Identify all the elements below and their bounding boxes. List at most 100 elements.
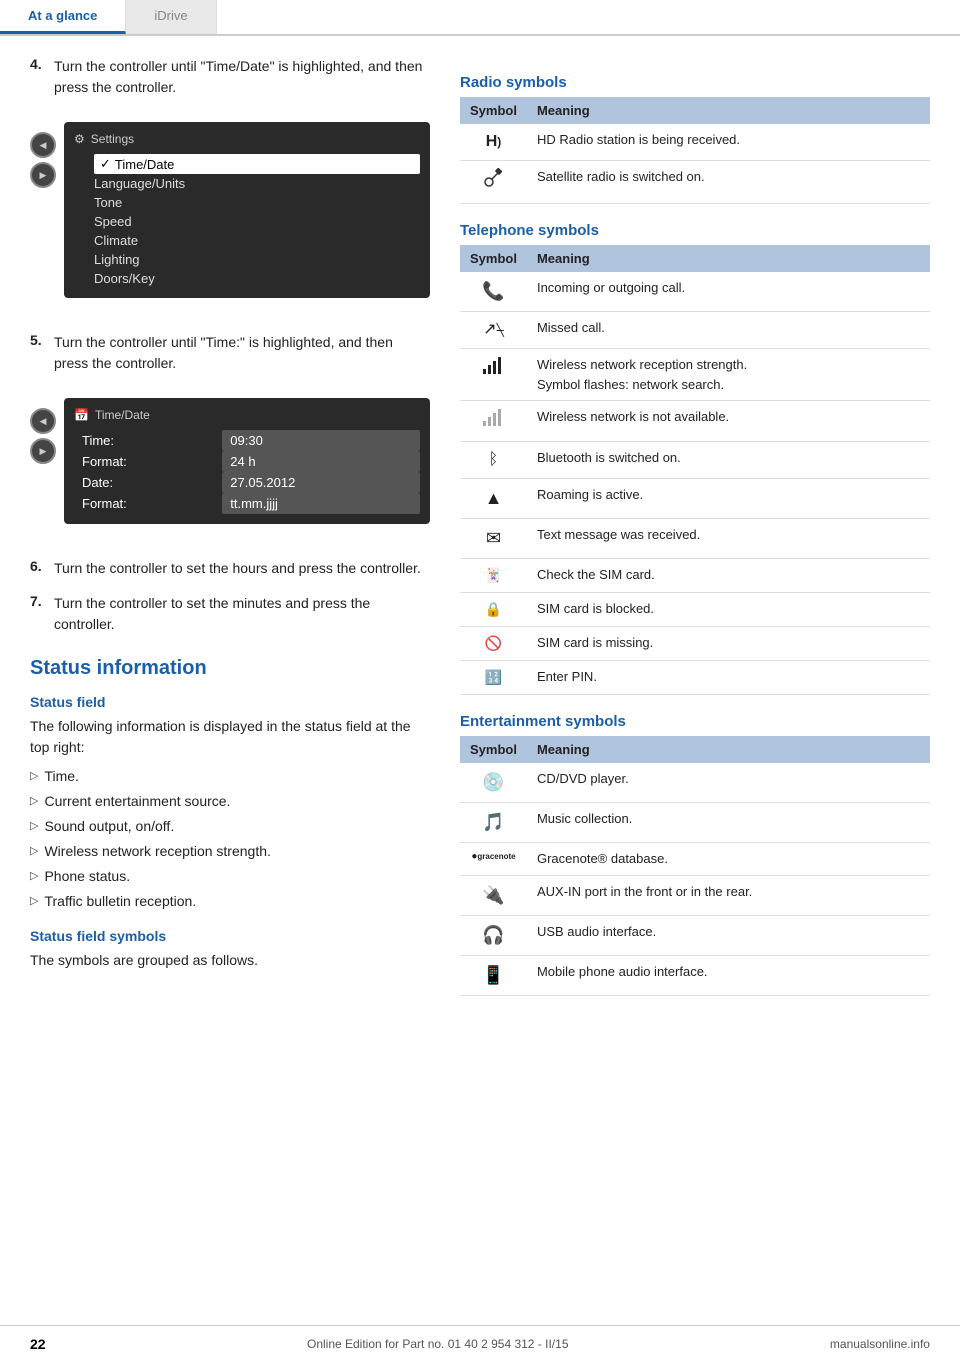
step-5-text: Turn the controller until "Time:" is hig… bbox=[54, 332, 430, 374]
tel-row-check-sim: 🃏 Check the SIM card. bbox=[460, 559, 930, 593]
menu-item-tone: Tone bbox=[94, 193, 420, 212]
calendar-icon: 📅 bbox=[74, 408, 89, 422]
tel-row-no-signal: Wireless network is not available. bbox=[460, 401, 930, 442]
step-5-num: 5. bbox=[30, 332, 46, 374]
timedate-screen: 📅 Time/Date Time: 09:30 Format: 24 h bbox=[64, 398, 430, 524]
tel-symbol-call: 📞 bbox=[460, 272, 527, 312]
tel-symbol-signal bbox=[460, 349, 527, 401]
tel-symbol-bluetooth: ᛒ bbox=[460, 442, 527, 479]
step-6-num: 6. bbox=[30, 558, 46, 579]
timedate-label-format1: Format: bbox=[74, 451, 222, 472]
status-item-traffic: Traffic bulletin reception. bbox=[30, 889, 430, 914]
signal-strength-icon bbox=[482, 355, 504, 375]
ctrl-left-2-icon: ◀ bbox=[30, 408, 56, 434]
timedate-value-date: 27.05.2012 bbox=[222, 472, 420, 493]
timedate-table: Time: 09:30 Format: 24 h Date: 27.05.201… bbox=[74, 430, 420, 514]
controller-left-2: ◀ ▶ bbox=[30, 408, 56, 464]
tel-symbol-roaming: ▲ bbox=[460, 479, 527, 519]
tel-symbol-sms: ✉ bbox=[460, 519, 527, 559]
tel-meaning-sms: Text message was received. bbox=[527, 519, 930, 559]
entertainment-symbols-heading: Entertainment symbols bbox=[460, 713, 930, 730]
status-information-heading: Status information bbox=[30, 657, 430, 680]
tel-meaning-bluetooth: Bluetooth is switched on. bbox=[527, 442, 930, 479]
step-6-text: Turn the controller to set the hours and… bbox=[54, 558, 421, 579]
ent-row-cd: 💿 CD/DVD player. bbox=[460, 763, 930, 803]
radio-row-hd: H) HD Radio station is being received. bbox=[460, 124, 930, 161]
step-6: 6. Turn the controller to set the hours … bbox=[30, 558, 430, 579]
ctrl-left-icon: ◀ bbox=[30, 132, 56, 158]
telephone-symbols-heading: Telephone symbols bbox=[460, 222, 930, 239]
menu-item-climate: Climate bbox=[94, 231, 420, 250]
tab-at-a-glance[interactable]: At a glance bbox=[0, 0, 126, 34]
ent-row-usb: 🎧 USB audio interface. bbox=[460, 915, 930, 955]
tel-row-sim-missing: 🚫 SIM card is missing. bbox=[460, 627, 930, 661]
tel-row-sms: ✉ Text message was received. bbox=[460, 519, 930, 559]
settings-screen: ⚙ Settings ✓ Time/Date Language/Units To… bbox=[64, 122, 430, 298]
ent-symbol-aux: 🔌 bbox=[460, 875, 527, 915]
settings-screen-wrapper: ◀ ▶ ⚙ Settings ✓ Time/Date Language/Unit… bbox=[30, 112, 430, 316]
status-item-entertainment: Current entertainment source. bbox=[30, 789, 430, 814]
ent-col-symbol: Symbol bbox=[460, 736, 527, 763]
right-column: Radio symbols Symbol Meaning H) HD Radio… bbox=[460, 56, 930, 1014]
timedate-value-format1: 24 h bbox=[222, 451, 420, 472]
radio-meaning-hd: HD Radio station is being received. bbox=[527, 124, 930, 161]
step-7-text: Turn the controller to set the minutes a… bbox=[54, 593, 430, 635]
status-field-symbols-desc: The symbols are grouped as follows. bbox=[30, 950, 430, 971]
footer-citation: Online Edition for Part no. 01 40 2 954 … bbox=[307, 1337, 569, 1351]
ent-symbol-mobile: 📱 bbox=[460, 955, 527, 995]
menu-item-doors: Doors/Key bbox=[94, 269, 420, 288]
radio-col-symbol: Symbol bbox=[460, 97, 527, 124]
ent-symbol-cd: 💿 bbox=[460, 763, 527, 803]
ent-row-mobile: 📱 Mobile phone audio interface. bbox=[460, 955, 930, 995]
tel-symbol-sim-blocked: 🔒 bbox=[460, 593, 527, 627]
controller-left: ◀ ▶ bbox=[30, 132, 56, 188]
tel-meaning-check-sim: Check the SIM card. bbox=[527, 559, 930, 593]
tel-meaning-missed: Missed call. bbox=[527, 312, 930, 349]
tel-symbol-check-sim: 🃏 bbox=[460, 559, 527, 593]
step-4: 4. Turn the controller until "Time/Date"… bbox=[30, 56, 430, 98]
step-5: 5. Turn the controller until "Time:" is … bbox=[30, 332, 430, 374]
tel-meaning-sim-missing: SIM card is missing. bbox=[527, 627, 930, 661]
tel-symbol-sim-missing: 🚫 bbox=[460, 627, 527, 661]
ent-row-gracenote: ●gracenote Gracenote® database. bbox=[460, 843, 930, 876]
ent-symbol-usb: 🎧 bbox=[460, 915, 527, 955]
tel-meaning-no-signal: Wireless network is not available. bbox=[527, 401, 930, 442]
tel-symbol-missed: ↗╲ bbox=[460, 312, 527, 349]
tel-meaning-signal: Wireless network reception strength.Symb… bbox=[527, 349, 930, 401]
ent-col-meaning: Meaning bbox=[527, 736, 930, 763]
gear-icon: ⚙ bbox=[74, 132, 85, 146]
timedate-row-format1: Format: 24 h bbox=[74, 451, 420, 472]
tel-meaning-sim-blocked: SIM card is blocked. bbox=[527, 593, 930, 627]
ent-meaning-usb: USB audio interface. bbox=[527, 915, 930, 955]
ent-symbol-gracenote: ●gracenote bbox=[460, 843, 527, 876]
ent-meaning-mobile: Mobile phone audio interface. bbox=[527, 955, 930, 995]
page-number: 22 bbox=[30, 1336, 46, 1352]
step-7-num: 7. bbox=[30, 593, 46, 635]
tab-idrive[interactable]: iDrive bbox=[126, 0, 216, 34]
tel-meaning-roaming: Roaming is active. bbox=[527, 479, 930, 519]
radio-col-meaning: Meaning bbox=[527, 97, 930, 124]
radio-meaning-satellite: Satellite radio is switched on. bbox=[527, 161, 930, 204]
radio-symbols-heading: Radio symbols bbox=[460, 74, 930, 91]
entertainment-symbols-table: Symbol Meaning 💿 CD/DVD player. 🎵 Music … bbox=[460, 736, 930, 996]
tel-row-pin: 🔢 Enter PIN. bbox=[460, 661, 930, 695]
settings-menu: ✓ Time/Date Language/Units Tone Speed Cl… bbox=[74, 154, 420, 288]
tel-symbol-pin: 🔢 bbox=[460, 661, 527, 695]
footer-site: manualsonline.info bbox=[830, 1337, 930, 1351]
tel-col-meaning: Meaning bbox=[527, 245, 930, 272]
step-4-num: 4. bbox=[30, 56, 46, 98]
menu-item-speed: Speed bbox=[94, 212, 420, 231]
ctrl-right-2-icon: ▶ bbox=[30, 438, 56, 464]
settings-screen-title: ⚙ Settings bbox=[74, 132, 420, 146]
radio-symbol-satellite bbox=[460, 161, 527, 204]
status-field-desc: The following information is displayed i… bbox=[30, 716, 430, 758]
menu-item-lighting: Lighting bbox=[94, 250, 420, 269]
timedate-row-format2: Format: tt.mm.jjjj bbox=[74, 493, 420, 514]
timedate-value-format2: tt.mm.jjjj bbox=[222, 493, 420, 514]
status-item-wireless: Wireless network reception strength. bbox=[30, 839, 430, 864]
step-7: 7. Turn the controller to set the minute… bbox=[30, 593, 430, 635]
ctrl-right-icon: ▶ bbox=[30, 162, 56, 188]
step-4-text: Turn the controller until "Time/Date" is… bbox=[54, 56, 430, 98]
status-item-phone: Phone status. bbox=[30, 864, 430, 889]
status-field-heading: Status field bbox=[30, 694, 430, 710]
